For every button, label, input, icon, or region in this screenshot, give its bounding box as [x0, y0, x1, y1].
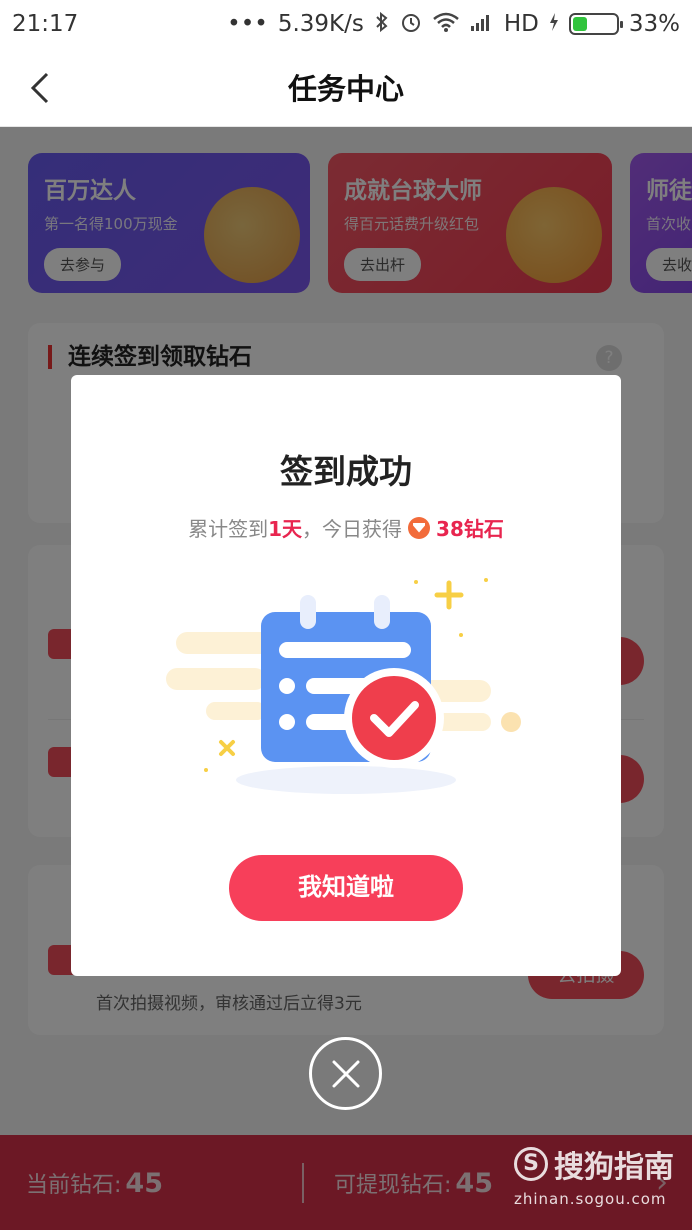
signin-success-modal: 签到成功 累计签到 1天 ，今日获得 38钻石 我知道啦: [71, 375, 621, 976]
back-button[interactable]: [20, 68, 60, 108]
chevron-left-icon: [30, 72, 49, 104]
status-bar: 21:17 ••• 5.39K/s HD 33%: [0, 0, 692, 48]
sogou-logo-icon: S: [514, 1147, 548, 1181]
signal-icon: [470, 12, 494, 37]
battery-percent: 33%: [628, 11, 680, 37]
modal-title: 签到成功: [280, 452, 412, 491]
status-time: 21:17: [12, 11, 79, 37]
got-it-button[interactable]: 我知道啦: [229, 855, 463, 921]
modal-sub-middle: ，今日获得: [302, 517, 403, 541]
app-header: 任务中心: [0, 48, 692, 127]
wifi-icon: [432, 12, 460, 37]
network-type: HD: [503, 11, 539, 37]
alarm-icon: [400, 11, 422, 38]
page-title: 任务中心: [287, 72, 404, 106]
calendar-check-illustration: [166, 578, 521, 794]
watermark-url: zhinan.sogou.com: [514, 1190, 667, 1208]
charging-icon: [549, 12, 559, 37]
watermark: S 搜狗指南 zhinan.sogou.com: [514, 1142, 684, 1210]
more-dots-icon: •••: [227, 11, 268, 37]
close-modal-button[interactable]: [309, 1037, 382, 1110]
signin-days: 1天: [268, 517, 303, 541]
modal-subtitle: 累计签到 1天 ，今日获得 38钻石: [71, 513, 621, 542]
close-icon: [332, 1060, 359, 1087]
network-speed: 5.39K/s: [277, 11, 364, 37]
modal-sub-prefix: 累计签到: [188, 517, 269, 541]
watermark-text: 搜狗指南: [554, 1150, 674, 1185]
sogou-logo: S 搜狗指南: [514, 1142, 684, 1186]
status-indicators: ••• 5.39K/s HD 33%: [227, 11, 680, 38]
battery-icon: [568, 13, 623, 35]
reward-amount: 38钻石: [436, 517, 504, 541]
battery-level: [572, 17, 587, 31]
bluetooth-icon: [374, 11, 390, 38]
diamond-icon: [408, 516, 431, 539]
